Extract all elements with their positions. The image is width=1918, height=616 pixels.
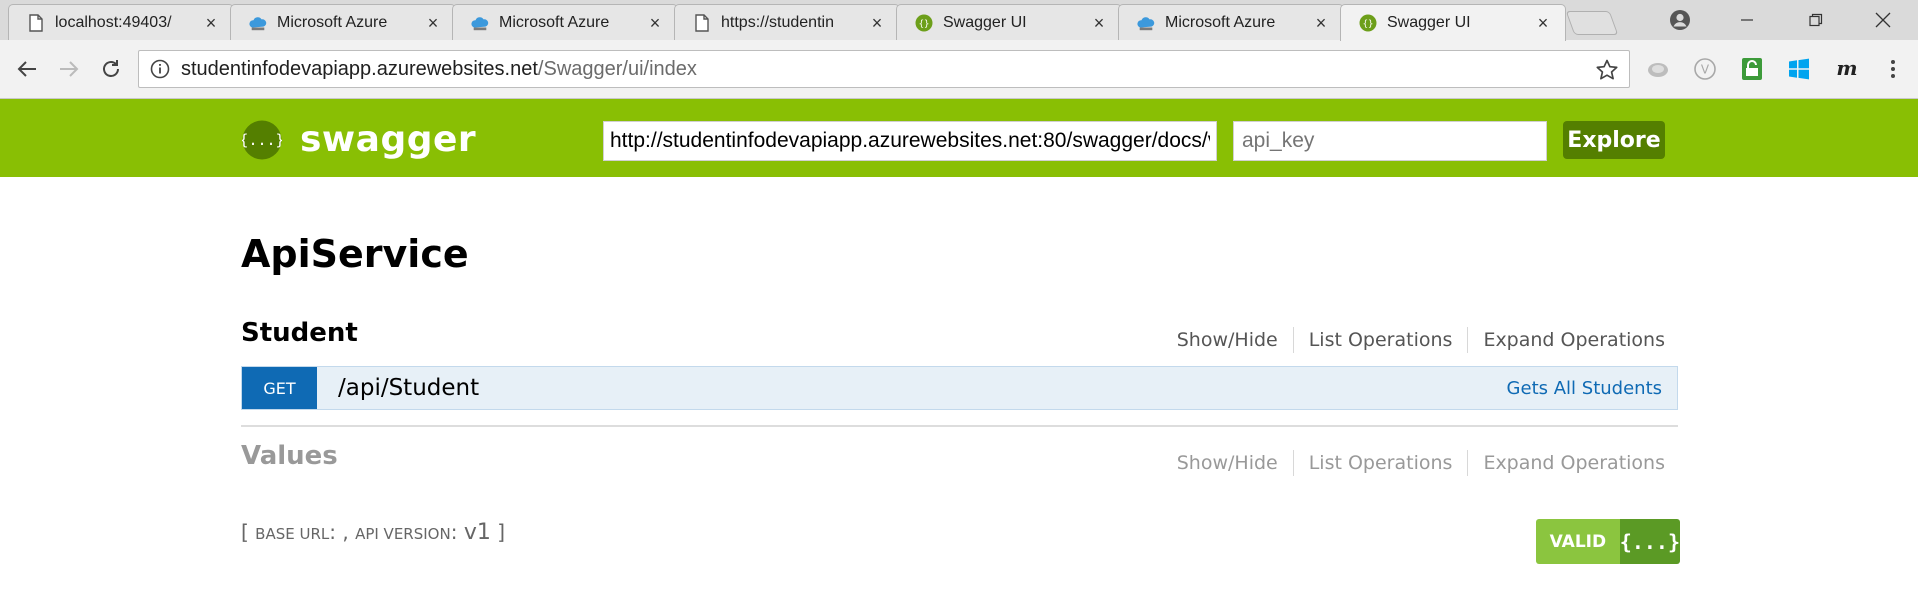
extension-m-icon[interactable]: m <box>1834 56 1860 82</box>
menu-kebab-icon[interactable] <box>1880 56 1906 82</box>
reload-icon[interactable] <box>96 54 126 84</box>
tab-title: Microsoft Azure <box>277 13 388 31</box>
minimize-icon[interactable] <box>1720 0 1774 40</box>
svg-text:V: V <box>1701 63 1710 77</box>
swagger-icon: {} <box>915 14 933 32</box>
tab-close-icon[interactable]: × <box>647 14 663 32</box>
resource-student-links: Show/Hide List Operations Expand Operati… <box>1162 327 1680 353</box>
operation-path[interactable]: /api/Student <box>338 375 479 401</box>
browser-tab[interactable]: localhost:49403/ × <box>8 4 234 40</box>
operation-get-student[interactable]: GET /api/Student Gets All Students <box>241 366 1678 410</box>
bookmark-star-icon[interactable] <box>1595 58 1619 82</box>
restore-icon[interactable] <box>1789 0 1843 40</box>
footer-separator: : <box>450 520 464 544</box>
swagger-brand: swagger <box>300 119 477 160</box>
forward-icon[interactable] <box>54 54 84 84</box>
tab-title: localhost:49403/ <box>55 13 172 31</box>
back-icon[interactable] <box>12 54 42 84</box>
browser-tab[interactable]: Microsoft Azure × <box>230 4 456 40</box>
validator-badge[interactable]: VALID {...} <box>1536 519 1680 564</box>
resource-divider <box>241 425 1678 427</box>
bracket-close: ] <box>490 520 506 544</box>
show-hide-link[interactable]: Show/Hide <box>1162 329 1293 351</box>
list-operations-link[interactable]: List Operations <box>1294 452 1468 474</box>
swagger-header: {...} swagger Explore <box>0 99 1918 177</box>
footer-separator: : , <box>329 520 356 544</box>
api-version-label: api version <box>355 525 451 543</box>
tab-close-icon[interactable]: × <box>869 14 885 32</box>
api-key-input[interactable] <box>1233 121 1547 161</box>
spec-url-input[interactable] <box>603 121 1217 161</box>
url-path: /Swagger/ui/index <box>537 57 697 80</box>
swagger-badge-icon: {...} <box>1619 519 1680 564</box>
browser-tab[interactable]: {} Swagger UI × <box>896 4 1122 40</box>
url-host: studentinfodevapiapp.azurewebsites.net <box>181 57 538 80</box>
browser-toolbar: studentinfodevapiapp.azurewebsites.net/S… <box>0 40 1918 99</box>
azure-icon <box>1137 14 1155 32</box>
bracket-open: [ <box>241 520 256 544</box>
resource-values-heading[interactable]: Values <box>241 441 338 471</box>
tab-close-icon[interactable]: × <box>1091 14 1107 32</box>
page-title: ApiService <box>241 232 469 276</box>
http-method-badge[interactable]: GET <box>242 367 317 409</box>
extension-windows-icon[interactable] <box>1786 56 1812 82</box>
browser-tab[interactable]: Microsoft Azure × <box>1118 4 1344 40</box>
browser-tab[interactable]: Microsoft Azure × <box>452 4 678 40</box>
swagger-logo[interactable]: {...} swagger <box>242 119 476 160</box>
address-bar[interactable]: studentinfodevapiapp.azurewebsites.net/S… <box>138 50 1630 88</box>
browser-tab[interactable]: https://studentin × <box>674 4 900 40</box>
resource-values-links: Show/Hide List Operations Expand Operati… <box>1162 450 1680 476</box>
base-url-label: base url <box>255 525 330 543</box>
validator-label: VALID <box>1536 519 1620 564</box>
svg-text:m: m <box>1836 58 1857 80</box>
page-icon <box>693 13 711 32</box>
extension-v-icon[interactable]: V <box>1692 56 1718 82</box>
resource-student-heading[interactable]: Student <box>241 318 358 348</box>
swagger-logo-icon: {...} <box>242 120 282 159</box>
browser-tab-active[interactable]: {} Swagger UI × <box>1340 4 1566 41</box>
explore-button[interactable]: Explore <box>1563 121 1665 159</box>
azure-icon <box>249 14 267 32</box>
extension-lock-icon[interactable] <box>1739 56 1765 82</box>
profile-icon[interactable] <box>1653 0 1707 40</box>
api-info-footer: [ base url: , api version: v1 ] <box>241 520 505 545</box>
expand-operations-link[interactable]: Expand Operations <box>1468 452 1680 474</box>
swagger-icon: {} <box>1359 14 1377 32</box>
operation-summary[interactable]: Gets All Students <box>1507 378 1662 399</box>
api-version-value: v1 <box>463 520 491 545</box>
tab-close-icon[interactable]: × <box>1535 14 1551 32</box>
page-icon <box>27 13 45 32</box>
tab-title: Microsoft Azure <box>1165 13 1276 31</box>
tab-title: https://studentin <box>721 13 834 31</box>
tab-strip: localhost:49403/ × Microsoft Azure × Mic… <box>0 0 1918 41</box>
info-icon[interactable] <box>149 58 171 80</box>
tab-close-icon[interactable]: × <box>203 14 219 32</box>
azure-icon <box>471 14 489 32</box>
close-window-icon[interactable] <box>1856 0 1910 40</box>
new-tab-button[interactable] <box>1565 11 1619 35</box>
show-hide-link[interactable]: Show/Hide <box>1162 452 1293 474</box>
address-url[interactable]: studentinfodevapiapp.azurewebsites.net/S… <box>181 58 697 81</box>
svg-text:{}: {} <box>919 19 930 29</box>
tab-close-icon[interactable]: × <box>425 14 441 32</box>
svg-text:{}: {} <box>1363 20 1374 30</box>
tab-title: Swagger UI <box>943 13 1027 31</box>
list-operations-link[interactable]: List Operations <box>1294 329 1468 351</box>
svg-text:{...}: {...} <box>242 131 282 149</box>
tab-close-icon[interactable]: × <box>1313 14 1329 32</box>
expand-operations-link[interactable]: Expand Operations <box>1468 329 1680 351</box>
extension-cloud-icon[interactable] <box>1645 56 1671 82</box>
tab-title: Microsoft Azure <box>499 13 610 31</box>
tab-title: Swagger UI <box>1387 14 1471 31</box>
